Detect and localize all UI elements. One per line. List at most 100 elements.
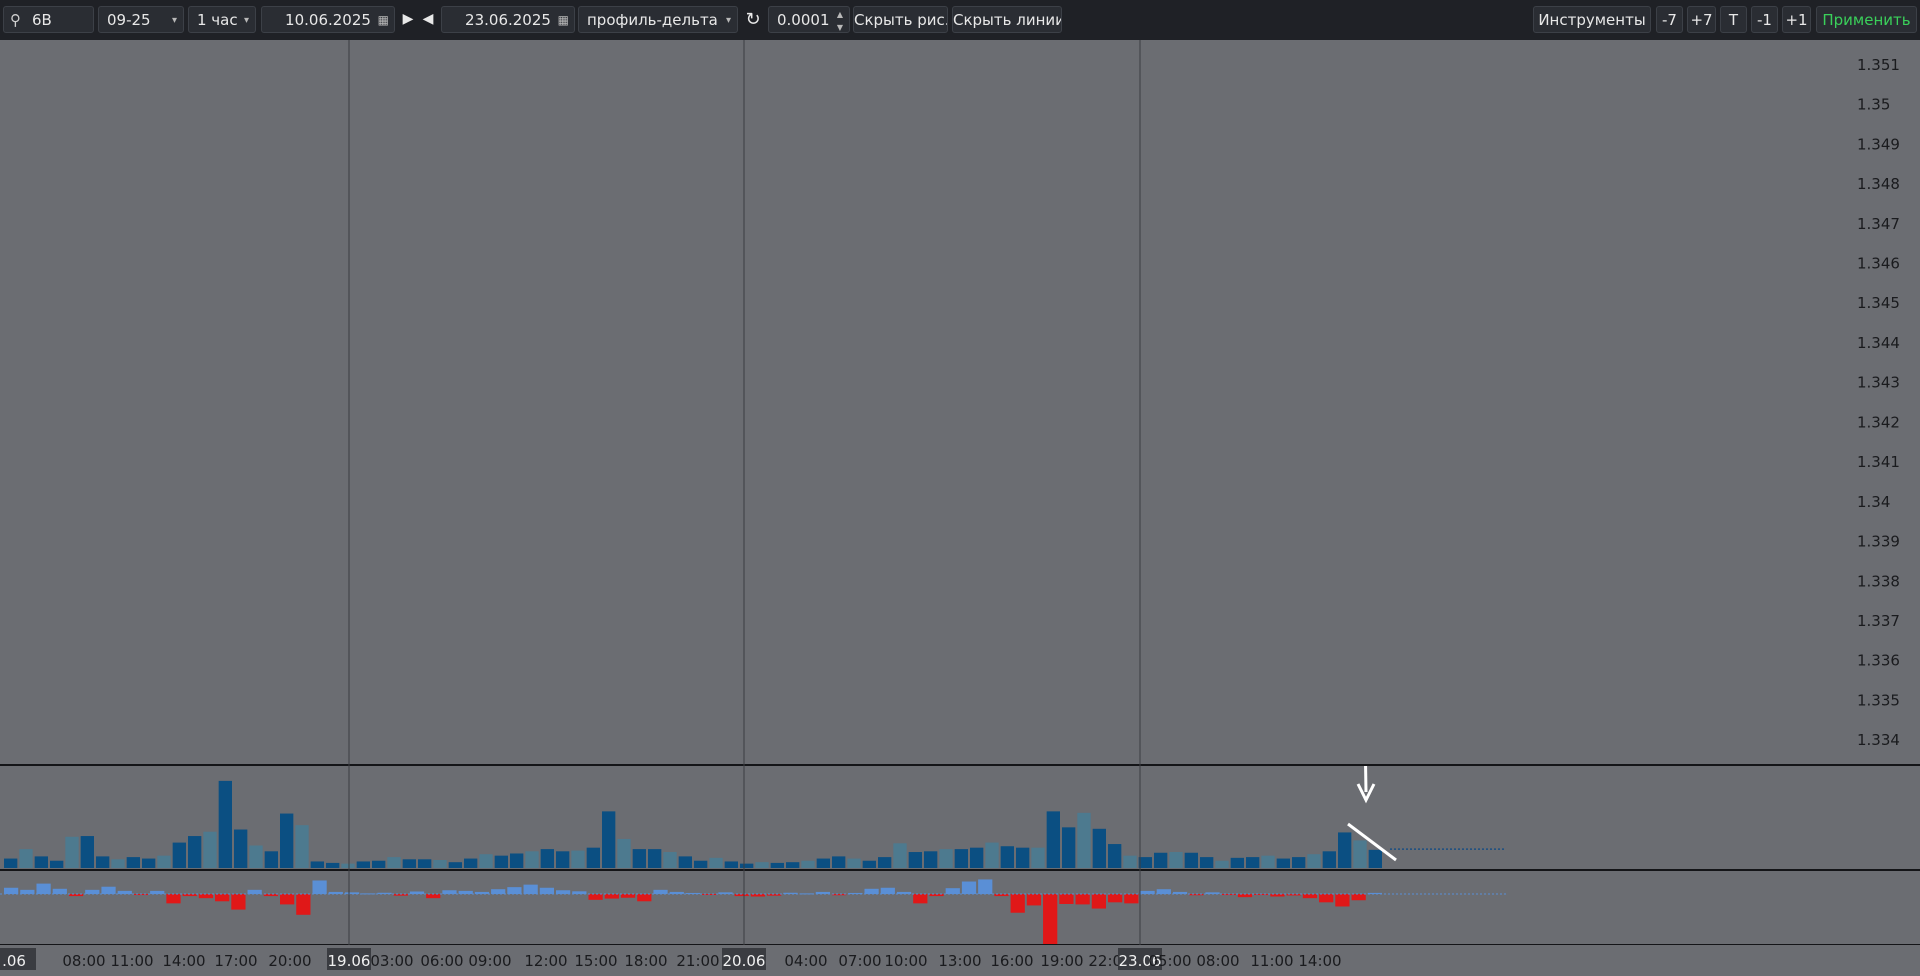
date-to-field[interactable]: 23.06.2025 ▦ [441,6,575,33]
timeframe-select[interactable]: 1 час ▾ [188,6,256,33]
toolbar: ⚲ 6B 09-25 ▾ 1 час ▾ 10.06.2025 ▦ ▶ ◀ 23.06… [0,0,1920,41]
tick-size-field[interactable]: 0.0001 ▲ ▼ [768,6,850,33]
volume-bar [847,858,861,868]
contract-select[interactable]: 09-25 ▾ [98,6,184,33]
tools-button[interactable]: Инструменты [1533,6,1651,33]
chart-area[interactable]: 1.35041.341214:41:101.3382 12 0009 0006 … [0,40,1920,976]
volume-bar [50,860,64,868]
time-tick-label: 08:00 [62,952,105,970]
spinner-icon[interactable]: ▲ ▼ [837,8,843,32]
price-tick-label: 1.336 [1857,652,1900,670]
t-button[interactable]: T [1720,6,1747,33]
play-icon[interactable]: ▶ [400,6,416,33]
minus1-label: -1 [1757,11,1772,29]
hide-lines-button[interactable]: Скрыть линии [952,6,1062,33]
volume-bar [264,851,278,868]
delta-bar [491,889,506,894]
apply-label: Применить [1822,11,1911,29]
minus7-button[interactable]: -7 [1656,6,1683,33]
volume-bar [218,780,232,868]
apply-button[interactable]: Применить [1816,6,1917,33]
time-tick-label: 18:00 [624,952,667,970]
volume-bar [19,849,33,868]
volume-bar [540,849,554,868]
delta-bar [588,894,603,900]
price-tick-label: 1.34 [1857,493,1890,511]
volume-bar [4,858,18,868]
symbol-value: 6B [32,11,52,29]
time-tick-label: 21:00 [676,952,719,970]
refresh-icon[interactable]: ↻ [742,6,764,33]
price-tick-label: 1.343 [1857,374,1900,392]
volume-bar [372,860,386,868]
time-tick-label: 04:00 [784,952,827,970]
volume-bar [663,852,677,868]
volume-bar [479,854,493,868]
volume-bar [65,836,79,868]
volume-bar [632,849,646,868]
volume-bar [310,861,324,868]
profile-mode-select[interactable]: профиль-дельта ▾ [578,6,738,33]
plus1-button[interactable]: +1 [1782,6,1811,33]
time-tick-label: 20.06 [723,952,766,970]
plus7-button[interactable]: +7 [1687,6,1716,33]
volume-bar [1031,847,1045,868]
minus1-button[interactable]: -1 [1751,6,1778,33]
volume-bar [954,849,968,868]
tick-size-value: 0.0001 [777,11,830,29]
volume-bar [801,860,815,868]
delta-bar [913,894,928,904]
delta-bar [539,887,554,894]
volume-bar [786,862,800,868]
volume-bar [939,849,953,868]
back-icon[interactable]: ◀ [420,6,436,33]
volume-bar [1046,811,1060,868]
delta-bar [1319,894,1334,903]
delta-bar [1351,894,1366,901]
hide-drawings-button[interactable]: Скрыть рис. [853,6,948,33]
volume-bar [1230,857,1244,868]
time-tick-label: 03:00 [370,952,413,970]
volume-bar [1092,828,1106,868]
volume-bar [1276,858,1290,868]
volume-bar [1108,844,1122,868]
time-tick-label: 16:00 [990,952,1033,970]
calendar-icon: ▦ [557,13,569,27]
volume-bar [678,856,692,868]
time-tick-label: 10:00 [884,952,927,970]
volume-bar [602,811,616,868]
volume-bar [1200,857,1214,868]
delta-bar [247,889,262,894]
delta-bar [604,894,619,899]
volume-bar [709,857,723,868]
time-tick-label: 14:00 [162,952,205,970]
price-tick-label: 1.338 [1857,572,1900,590]
symbol-field[interactable]: ⚲ 6B [3,6,94,33]
volume-bar [80,836,94,868]
volume-bar [418,859,432,868]
volume-bar [893,843,907,868]
volume-bar [617,838,631,868]
delta-bar [1026,894,1042,906]
volume-bar [295,825,309,868]
volume-bar [234,829,248,868]
volume-bar [1215,860,1229,868]
delta-bar [653,889,668,894]
delta-bar [312,880,327,894]
volume-bar [1184,852,1198,868]
delta-bar [864,888,879,894]
delta-bar [620,894,636,898]
date-from-field[interactable]: 10.06.2025 ▦ [261,6,395,33]
delta-bar [1091,894,1106,909]
delta-bar [1124,894,1139,904]
volume-bar [878,857,892,868]
volume-bar [188,836,202,868]
price-tick-label: 1.342 [1857,413,1900,431]
date-to-value: 23.06.2025 [465,11,551,29]
volume-bar [111,859,125,868]
volume-bar [648,849,662,868]
price-tick-label: 1.347 [1857,215,1900,233]
price-tick-label: 1.349 [1857,135,1900,153]
delta-bar [880,887,895,894]
volume-bar [1338,832,1352,868]
